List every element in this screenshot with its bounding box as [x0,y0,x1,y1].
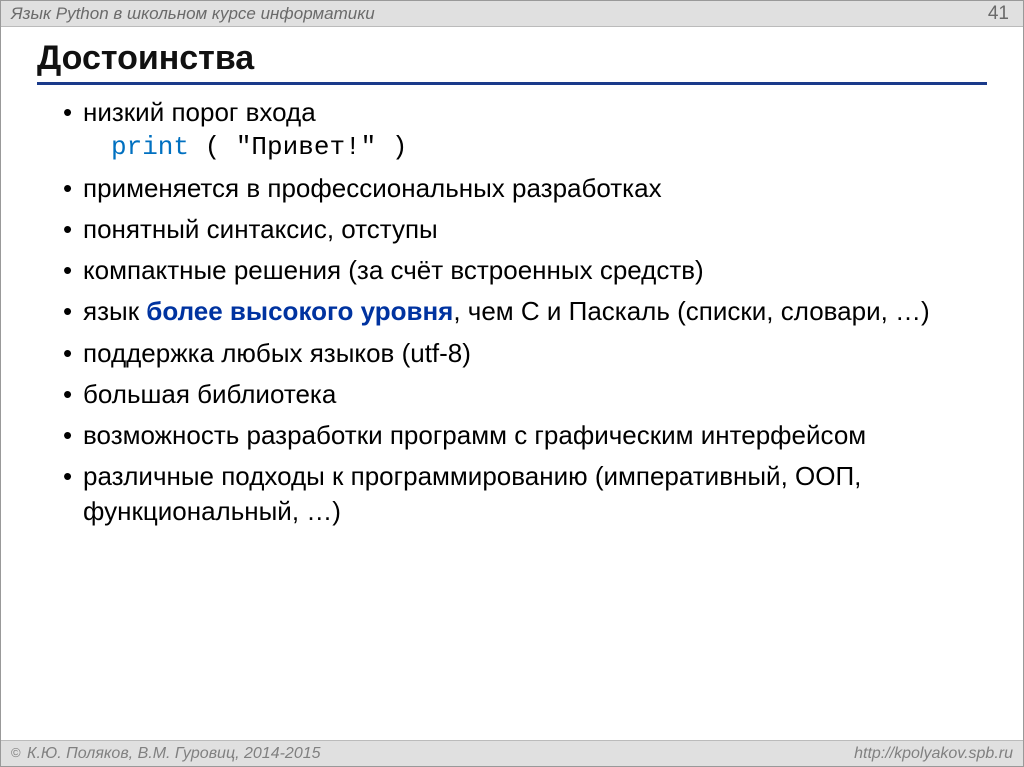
header-title: Язык Python в школьном курсе информатики [11,4,375,24]
list-item: применяется в профессиональных разработк… [63,171,987,206]
slide-content: Достоинства низкий порог входа print ( "… [1,27,1023,740]
bullet-text-pre: язык [83,296,146,326]
slide-footer: © К.Ю. Поляков, В.М. Гуровиц, 2014-2015 … [1,740,1023,766]
code-keyword: print [111,132,189,162]
bullet-text: большая библиотека [83,379,336,409]
bullet-text: компактные решения (за счёт встроенных с… [83,255,704,285]
bullet-text: поддержка любых языков (utf-8) [83,338,471,368]
bullet-text: понятный синтаксис, отступы [83,214,438,244]
footer-url: http://kpolyakov.spb.ru [854,745,1013,763]
slide-header: Язык Python в школьном курсе информатики… [1,1,1023,27]
list-item: понятный синтаксис, отступы [63,212,987,247]
bullet-text: применяется в профессиональных разработк… [83,173,662,203]
list-item: язык более высокого уровня, чем C и Паск… [63,294,987,329]
list-item: большая библиотека [63,377,987,412]
code-rest: ( "Привет!" ) [189,132,407,162]
list-item: поддержка любых языков (utf-8) [63,336,987,371]
slide: Язык Python в школьном курсе информатики… [0,0,1024,767]
bullet-list: низкий порог входа print ( "Привет!" ) п… [37,95,987,529]
bullet-text-post: , чем C и Паскаль (списки, словари, …) [453,296,929,326]
footer-left-text: К.Ю. Поляков, В.М. Гуровиц, 2014-2015 [23,745,321,762]
footer-copyright: © К.Ю. Поляков, В.М. Гуровиц, 2014-2015 [11,745,321,763]
list-item: различные подходы к программированию (им… [63,459,987,529]
list-item: низкий порог входа print ( "Привет!" ) [63,95,987,165]
bullet-text: различные подходы к программированию (им… [83,461,861,526]
slide-title: Достоинства [37,35,987,85]
code-line: print ( "Привет!" ) [83,130,987,165]
bullet-emphasis: более высокого уровня [146,296,453,326]
bullet-text: низкий порог входа [83,97,316,127]
page-number: 41 [988,3,1013,25]
bullet-text: возможность разработки программ с графич… [83,420,866,450]
list-item: возможность разработки программ с графич… [63,418,987,453]
list-item: компактные решения (за счёт встроенных с… [63,253,987,288]
copyright-icon: © [11,745,21,760]
